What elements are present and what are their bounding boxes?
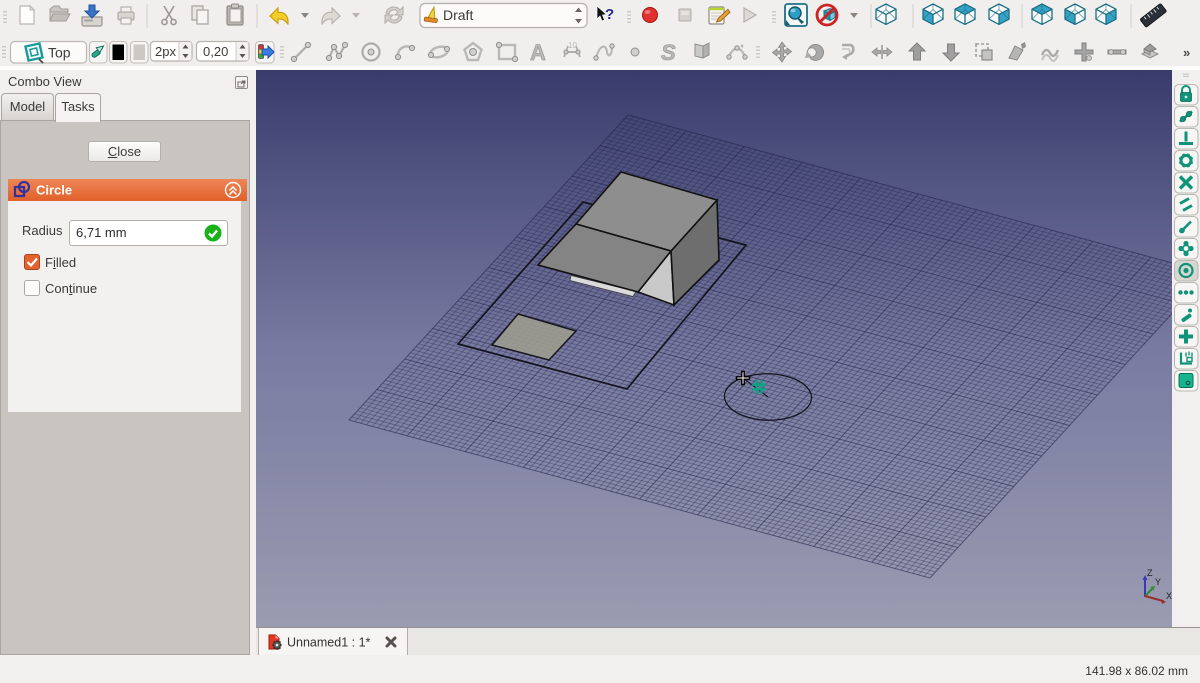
svg-text:0,20: 0,20 [203,44,228,59]
svg-text:»: » [1183,45,1190,60]
svg-text:A: A [530,40,546,65]
svg-text:10: 10 [568,41,577,50]
svg-text:Draft: Draft [443,7,473,23]
svg-text:2px: 2px [155,44,176,59]
svg-text:Top: Top [48,45,71,61]
svg-text:Y: Y [1155,577,1161,587]
svg-text:Z: Z [1147,568,1153,578]
svg-text:?: ? [605,6,614,23]
svg-text:Circle: Circle [36,183,72,198]
svg-text:Unnamed1 : 1*: Unnamed1 : 1* [287,636,371,650]
svg-text:S: S [661,40,676,65]
